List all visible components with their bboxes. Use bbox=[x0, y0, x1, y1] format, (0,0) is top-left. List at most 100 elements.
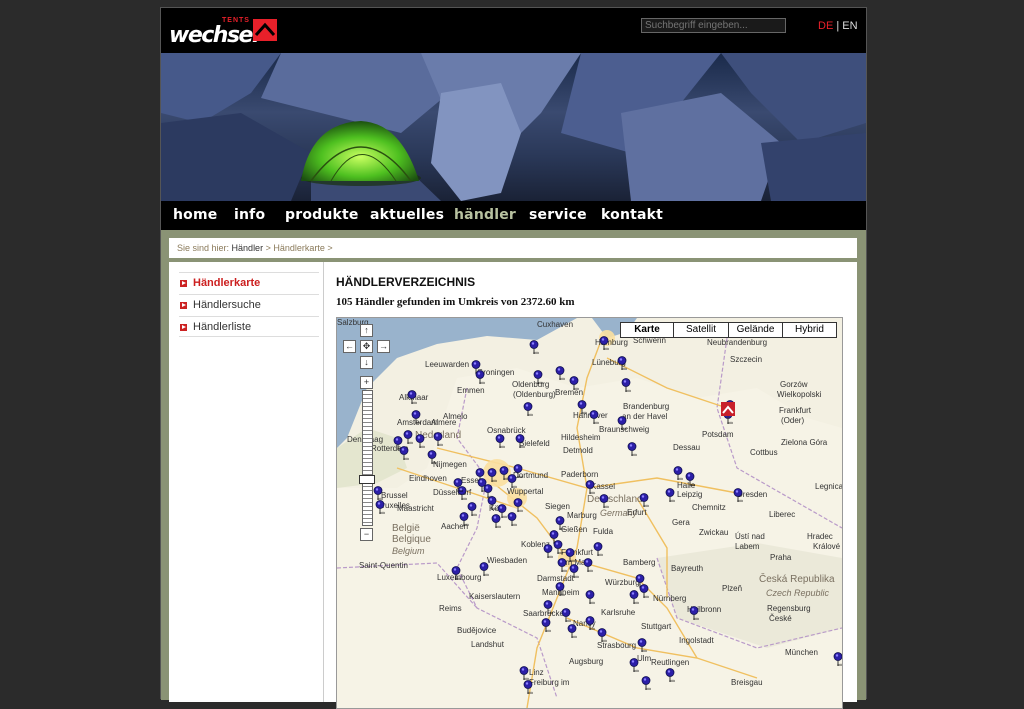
map-type-gelaende[interactable]: Gelände bbox=[728, 322, 783, 338]
dealer-marker-icon[interactable] bbox=[577, 400, 589, 415]
map-type-hybrid[interactable]: Hybrid bbox=[782, 322, 837, 338]
dealer-marker-icon[interactable] bbox=[403, 430, 415, 445]
dealer-marker-icon[interactable] bbox=[529, 340, 541, 355]
map-city-label: Labem bbox=[735, 542, 760, 551]
dealer-marker-icon[interactable] bbox=[495, 434, 507, 449]
dealer-marker-icon[interactable] bbox=[567, 624, 579, 639]
dealer-marker-icon[interactable] bbox=[583, 558, 595, 573]
nav-home[interactable]: home bbox=[173, 207, 217, 223]
dealer-marker-icon[interactable] bbox=[523, 402, 535, 417]
dealer-marker-icon[interactable] bbox=[479, 562, 491, 577]
dealer-marker-icon[interactable] bbox=[523, 680, 535, 695]
headquarters-marker-icon[interactable] bbox=[721, 402, 735, 420]
dealer-marker-icon[interactable] bbox=[557, 558, 569, 573]
dealer-marker-icon[interactable] bbox=[629, 658, 641, 673]
dealer-marker-icon[interactable] bbox=[637, 638, 649, 653]
dealer-marker-icon[interactable] bbox=[561, 608, 573, 623]
zoom-slider-track[interactable] bbox=[362, 390, 373, 526]
dealer-marker-icon[interactable] bbox=[621, 378, 633, 393]
nav-kontakt[interactable]: kontakt bbox=[601, 207, 663, 223]
dealer-marker-icon[interactable] bbox=[487, 496, 499, 511]
dealer-marker-icon[interactable] bbox=[407, 390, 419, 405]
nav-haendler[interactable]: händler bbox=[454, 207, 516, 223]
sidebar-item-haendlerkarte[interactable]: Händlerkarte bbox=[179, 272, 319, 293]
sidebar-item-haendlerliste[interactable]: Händlerliste bbox=[179, 316, 319, 337]
dealer-marker-icon[interactable] bbox=[399, 446, 411, 461]
dealer-marker-icon[interactable] bbox=[685, 472, 697, 487]
breadcrumb-haendlerkarte[interactable]: Händlerkarte bbox=[273, 243, 325, 253]
lang-de-link[interactable]: DE bbox=[818, 20, 833, 32]
dealer-marker-icon[interactable] bbox=[459, 512, 471, 527]
dealer-marker-icon[interactable] bbox=[641, 676, 653, 691]
map-city-label: an der Havel bbox=[622, 412, 668, 421]
dealer-marker-icon[interactable] bbox=[453, 478, 465, 493]
dealer-marker-icon[interactable] bbox=[617, 356, 629, 371]
dealer-marker-icon[interactable] bbox=[543, 544, 555, 559]
nav-produkte[interactable]: produkte bbox=[285, 207, 359, 223]
dealer-marker-icon[interactable] bbox=[533, 370, 545, 385]
dealer-marker-icon[interactable] bbox=[553, 540, 565, 555]
dealer-marker-icon[interactable] bbox=[639, 493, 651, 508]
dealer-marker-icon[interactable] bbox=[515, 434, 527, 449]
zoom-slider-handle[interactable] bbox=[359, 475, 375, 484]
dealer-marker-icon[interactable] bbox=[627, 442, 639, 457]
dealer-map[interactable]: Nederland België Belgique Belgium Deutsc… bbox=[336, 317, 843, 709]
dealer-marker-icon[interactable] bbox=[555, 516, 567, 531]
nav-info[interactable]: info bbox=[234, 207, 265, 223]
dealer-marker-icon[interactable] bbox=[733, 488, 745, 503]
dealer-marker-icon[interactable] bbox=[639, 584, 651, 599]
search-input[interactable] bbox=[641, 18, 786, 33]
dealer-marker-icon[interactable] bbox=[411, 410, 423, 425]
dealer-marker-icon[interactable] bbox=[555, 582, 567, 597]
wechsel-logo[interactable]: wechsel TENTS bbox=[169, 17, 279, 48]
dealer-marker-icon[interactable] bbox=[593, 542, 605, 557]
map-type-satellit[interactable]: Satellit bbox=[673, 322, 729, 338]
dealer-marker-icon[interactable] bbox=[665, 668, 677, 683]
dealer-marker-icon[interactable] bbox=[519, 666, 531, 681]
pan-left-icon[interactable]: ← bbox=[343, 340, 356, 353]
nav-service[interactable]: service bbox=[529, 207, 587, 223]
dealer-marker-icon[interactable] bbox=[427, 450, 439, 465]
dealer-marker-icon[interactable] bbox=[451, 566, 463, 581]
dealer-marker-icon[interactable] bbox=[665, 488, 677, 503]
dealer-marker-icon[interactable] bbox=[487, 468, 499, 483]
dealer-marker-icon[interactable] bbox=[513, 464, 525, 479]
dealer-marker-icon[interactable] bbox=[673, 466, 685, 481]
dealer-marker-icon[interactable] bbox=[569, 376, 581, 391]
dealer-marker-icon[interactable] bbox=[513, 498, 525, 513]
dealer-marker-icon[interactable] bbox=[833, 652, 842, 667]
dealer-marker-icon[interactable] bbox=[597, 628, 609, 643]
dealer-marker-icon[interactable] bbox=[585, 480, 597, 495]
pan-center-icon[interactable]: ✥ bbox=[360, 340, 373, 353]
zoom-out-icon[interactable]: − bbox=[360, 528, 373, 541]
dealer-marker-icon[interactable] bbox=[555, 366, 567, 381]
dealer-marker-icon[interactable] bbox=[541, 618, 553, 633]
dealer-marker-icon[interactable] bbox=[491, 514, 503, 529]
sidebar-item-haendlersuche[interactable]: Händlersuche bbox=[179, 294, 319, 315]
dealer-marker-icon[interactable] bbox=[599, 336, 611, 351]
dealer-marker-icon[interactable] bbox=[617, 416, 629, 431]
dealer-marker-icon[interactable] bbox=[507, 512, 519, 527]
dealer-marker-icon[interactable] bbox=[415, 434, 427, 449]
lang-en-link[interactable]: EN bbox=[842, 20, 857, 32]
dealer-marker-icon[interactable] bbox=[589, 410, 601, 425]
dealer-marker-icon[interactable] bbox=[543, 600, 555, 615]
breadcrumb-haendler[interactable]: Händler bbox=[232, 243, 264, 253]
pan-up-icon[interactable]: ↑ bbox=[360, 324, 373, 337]
pan-down-icon[interactable]: ↓ bbox=[360, 356, 373, 369]
dealer-marker-icon[interactable] bbox=[585, 616, 597, 631]
dealer-marker-icon[interactable] bbox=[433, 432, 445, 447]
dealer-marker-icon[interactable] bbox=[375, 500, 387, 515]
dealer-marker-icon[interactable] bbox=[373, 486, 385, 501]
pan-right-icon[interactable]: → bbox=[377, 340, 390, 353]
nav-aktuelles[interactable]: aktuelles bbox=[370, 207, 444, 223]
map-type-karte[interactable]: Karte bbox=[620, 322, 674, 338]
dealer-marker-icon[interactable] bbox=[689, 606, 701, 621]
dealer-marker-icon[interactable] bbox=[585, 590, 597, 605]
dealer-marker-icon[interactable] bbox=[629, 590, 641, 605]
map-city-label: Stuttgart bbox=[641, 622, 672, 631]
zoom-in-icon[interactable]: + bbox=[360, 376, 373, 389]
dealer-marker-icon[interactable] bbox=[599, 494, 611, 509]
dealer-marker-icon[interactable] bbox=[475, 370, 487, 385]
dealer-marker-icon[interactable] bbox=[569, 564, 581, 579]
